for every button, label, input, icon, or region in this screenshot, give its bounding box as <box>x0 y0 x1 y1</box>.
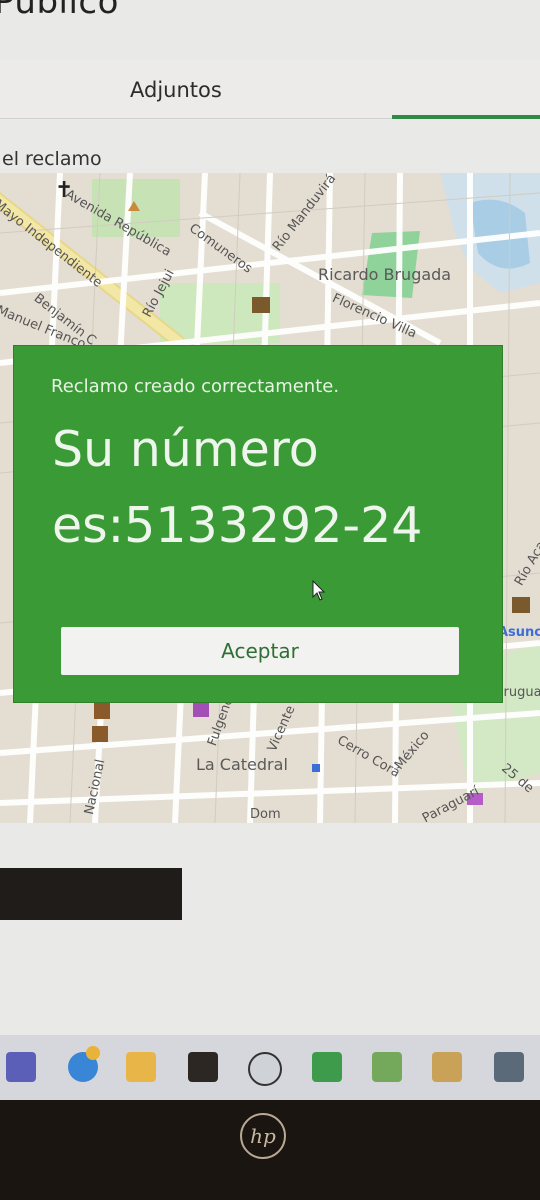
hp-logo-text: hp <box>250 1124 276 1148</box>
notification-badge <box>86 1046 100 1060</box>
map-label-place: Asunción <box>498 625 540 640</box>
active-tab-indicator <box>392 115 540 119</box>
calculator-icon[interactable] <box>494 1052 524 1082</box>
gauge-icon[interactable] <box>248 1052 282 1086</box>
mouse-cursor-icon <box>312 580 326 601</box>
screen: Publico Adjuntos el reclamo ✝ Avenida Re… <box>0 0 540 1100</box>
claim-number-text: Su número es:5133292-24 <box>52 421 423 554</box>
tab-adjuntos[interactable]: Adjuntos <box>130 78 222 102</box>
map-section-label: el reclamo <box>2 148 102 170</box>
teams-icon[interactable] <box>6 1052 36 1082</box>
excel-icon[interactable] <box>312 1052 342 1082</box>
redacted-block <box>0 868 182 920</box>
form-area <box>0 823 540 1033</box>
dialog-message: Reclamo creado correctamente. <box>51 376 340 397</box>
map-label-street: Dom <box>250 807 281 822</box>
map-label-neighborhood: Ricardo Brugada <box>318 265 452 284</box>
confirmation-dialog: Reclamo creado correctamente. Su número … <box>14 346 502 702</box>
accept-button[interactable]: Aceptar <box>61 627 459 675</box>
sheet-icon[interactable] <box>372 1052 402 1082</box>
tab-bar: Adjuntos <box>0 60 540 120</box>
page-title: Publico <box>0 0 119 22</box>
snipping-tool-icon[interactable] <box>432 1052 462 1082</box>
sticky-notes-icon[interactable] <box>188 1052 218 1082</box>
file-explorer-icon[interactable] <box>126 1052 156 1082</box>
map-label-neighborhood: La Catedral <box>196 755 288 774</box>
hp-logo: hp <box>240 1113 286 1159</box>
